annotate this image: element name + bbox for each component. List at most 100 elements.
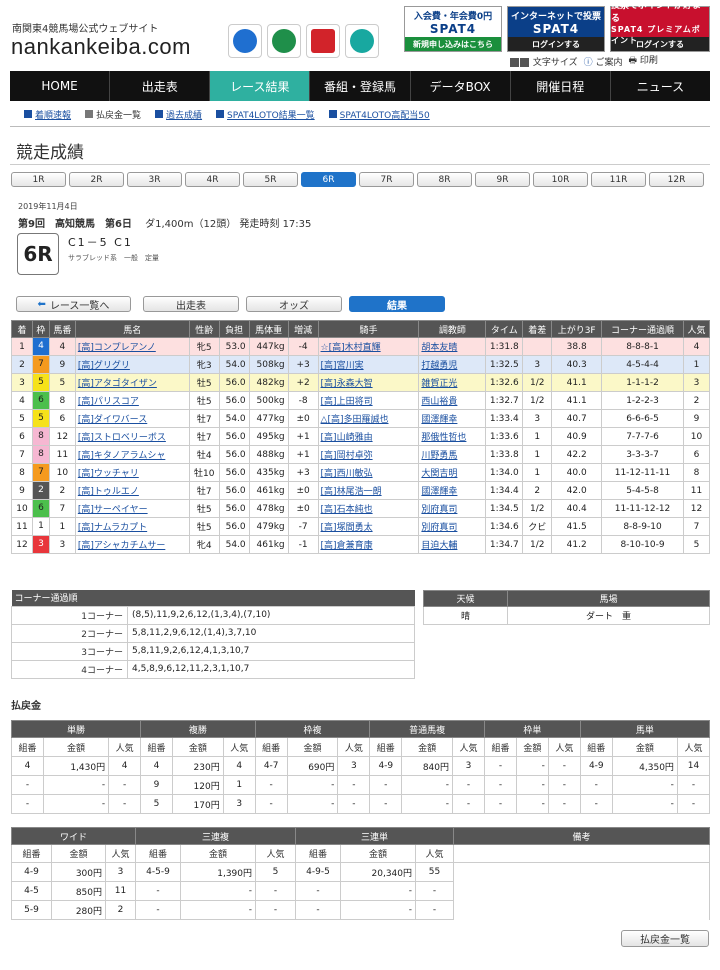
nav-race-results[interactable]: レース結果 <box>210 71 311 101</box>
subnav-item[interactable]: SPAT4LOTO結果一覧 <box>216 108 315 121</box>
subnav-item[interactable]: 着順速報 <box>24 108 71 121</box>
trainer-link[interactable]: 打越勇児 <box>421 361 457 371</box>
race-tab-12r[interactable]: 12R <box>649 172 704 187</box>
sub-header: 金額 <box>286 737 339 757</box>
horse-name-link[interactable]: [高]アシャカチムサー <box>78 541 165 551</box>
table-cell: 1 <box>11 337 33 356</box>
table-cell: 川野勇馬 <box>418 445 487 464</box>
jockey-link[interactable]: [高]塚間勇太 <box>321 523 373 533</box>
table-cell: 5 <box>48 373 76 392</box>
trainer-link[interactable]: 別府真司 <box>421 523 457 533</box>
horse-name-link[interactable]: [高]ナムラカプト <box>78 523 147 533</box>
font-size-label: 文字サイズ <box>532 57 578 68</box>
jockey-link[interactable]: [高]西川敏弘 <box>321 469 373 479</box>
table-cell: 打越勇児 <box>418 355 487 374</box>
payout-list-button[interactable]: 払戻金一覧 <box>621 930 709 947</box>
corner-value: 4,5,8,9,6,12,11,2,3,1,10,7 <box>127 659 415 679</box>
tck-logo-icon[interactable] <box>306 24 340 58</box>
odds-button[interactable]: オッズ <box>246 296 342 312</box>
column-header: 人気 <box>682 320 711 338</box>
kawasaki-racecourse-logo-icon[interactable] <box>267 24 301 58</box>
jockey-link[interactable]: [高]林尾浩一朗 <box>321 487 382 497</box>
subnav-item[interactable]: 過去成績 <box>155 108 202 121</box>
horse-name-link[interactable]: [高]ダイワバース <box>78 415 147 425</box>
nav-home[interactable]: HOME <box>10 71 111 101</box>
subnav-link[interactable]: 過去成績 <box>166 108 202 121</box>
table-cell: 3 <box>11 373 33 392</box>
spat4-signup-banner[interactable]: 入会費・年会費0円 SPAT4 新規申し込みはこちら <box>404 6 502 52</box>
table-cell: 1:33.8 <box>485 445 524 464</box>
horse-name-link[interactable]: [高]ストロベリーボス <box>78 433 166 443</box>
table-cell: 11 <box>682 481 711 500</box>
jockey-link[interactable]: [高]永森大智 <box>321 379 373 389</box>
table-cell: 2 <box>522 481 553 500</box>
results-button[interactable]: 結果 <box>349 296 445 312</box>
horse-name-link[interactable]: [高]アタゴタイザン <box>78 379 157 389</box>
race-tab-5r[interactable]: 5R <box>243 172 298 187</box>
race-tab-10r[interactable]: 10R <box>533 172 588 187</box>
trainer-link[interactable]: 那俄性哲也 <box>421 433 466 443</box>
race-tab-8r[interactable]: 8R <box>417 172 472 187</box>
jockey-link[interactable]: [高]岡村卓弥 <box>321 451 373 461</box>
horse-name-link[interactable]: [高]グリグリ <box>78 361 130 371</box>
payout-cell: - <box>295 881 341 901</box>
spat4-login-banner[interactable]: インターネットで投票 SPAT4 ログインする <box>507 6 605 52</box>
jockey-link[interactable]: ☆[高]木村直輝 <box>321 343 381 353</box>
trainer-link[interactable]: 雑賀正光 <box>421 379 457 389</box>
subnav-item[interactable]: SPAT4LOTO高配当50 <box>328 108 430 121</box>
font-size-control[interactable]: 文字サイズ <box>510 55 578 68</box>
nav-entries[interactable]: 出走表 <box>110 71 211 101</box>
horse-name-link[interactable]: [高]コンプレアンノ <box>78 343 156 353</box>
jockey-link[interactable]: [高]倉兼育康 <box>321 541 373 551</box>
nav-programs[interactable]: 番組・登録馬 <box>310 71 411 101</box>
race-tab-3r[interactable]: 3R <box>127 172 182 187</box>
trainer-link[interactable]: 目迫大輔 <box>421 541 457 551</box>
race-tab-11r[interactable]: 11R <box>591 172 646 187</box>
race-tab-6r[interactable]: 6R <box>301 172 356 187</box>
funabashi-racecourse-logo-icon[interactable] <box>345 24 379 58</box>
jockey-link[interactable]: [高]山崎雅由 <box>321 433 373 443</box>
trainer-link[interactable]: 別府真司 <box>421 505 457 515</box>
payout-row: 5-9 280円 2- - - - - - <box>11 900 710 920</box>
horse-name-link[interactable]: [高]パリスコア <box>78 397 139 407</box>
jockey-link[interactable]: [高]宮川実 <box>321 361 364 371</box>
horse-name-link[interactable]: [高]トゥルエノ <box>78 487 139 497</box>
horse-name-link[interactable]: [高]キタノアラムシャ <box>78 451 165 461</box>
guide-link[interactable]: ⓘ ご案内 <box>584 55 623 68</box>
jockey-link[interactable]: [高]石本純也 <box>321 505 373 515</box>
trainer-link[interactable]: 西山裕貴 <box>421 397 457 407</box>
back-to-race-list-button[interactable]: ⬅ レース一覧へ <box>16 296 131 312</box>
payout-cell: - <box>42 775 110 795</box>
subnav-link[interactable]: SPAT4LOTO結果一覧 <box>227 108 315 121</box>
race-tab-2r[interactable]: 2R <box>69 172 124 187</box>
trainer-link[interactable]: 胡本友晴 <box>421 343 457 353</box>
payout-cell: 5 <box>255 862 296 882</box>
trainer-link[interactable]: 國澤輝幸 <box>421 487 457 497</box>
trainer-link[interactable]: 川野勇馬 <box>421 451 457 461</box>
jockey-link[interactable]: [高]上田将司 <box>321 397 373 407</box>
race-tab-4r[interactable]: 4R <box>185 172 240 187</box>
jockey-link[interactable]: △[高]多田羅誠也 <box>321 415 389 425</box>
entries-button[interactable]: 出走表 <box>143 296 239 312</box>
trainer-link[interactable]: 大関吉明 <box>421 469 457 479</box>
race-tab-1r[interactable]: 1R <box>11 172 66 187</box>
spat4-premium-banner[interactable]: 投票でポイントが貯まる SPAT4 プレミアムポイント ログインする <box>610 1 710 52</box>
payout-cell: - <box>579 794 613 814</box>
race-tab-7r[interactable]: 7R <box>359 172 414 187</box>
nav-news[interactable]: ニュース <box>611 71 710 101</box>
site-subtitle: 南関東4競馬場公式ウェブサイト <box>12 24 159 35</box>
oi-racecourse-logo-icon[interactable] <box>228 24 262 58</box>
race-tab-9r[interactable]: 9R <box>475 172 530 187</box>
trainer-link[interactable]: 國澤輝幸 <box>421 415 457 425</box>
subnav-link[interactable]: SPAT4LOTO高配当50 <box>340 108 430 121</box>
table-cell: -7 <box>287 517 319 536</box>
subnav-link[interactable]: 着順速報 <box>35 108 71 121</box>
horse-name-link[interactable]: [高]サーペイヤー <box>78 505 148 515</box>
site-logo[interactable]: nankankeiba.com <box>11 34 191 60</box>
bet-type-header: 馬単 <box>579 720 711 738</box>
horse-name-link[interactable]: [高]ウッチャリ <box>78 469 139 479</box>
table-cell: 6 <box>48 409 76 428</box>
nav-databox[interactable]: データBOX <box>411 71 511 101</box>
nav-schedule[interactable]: 開催日程 <box>511 71 611 101</box>
print-link[interactable]: 🖶 印刷 <box>629 53 658 69</box>
